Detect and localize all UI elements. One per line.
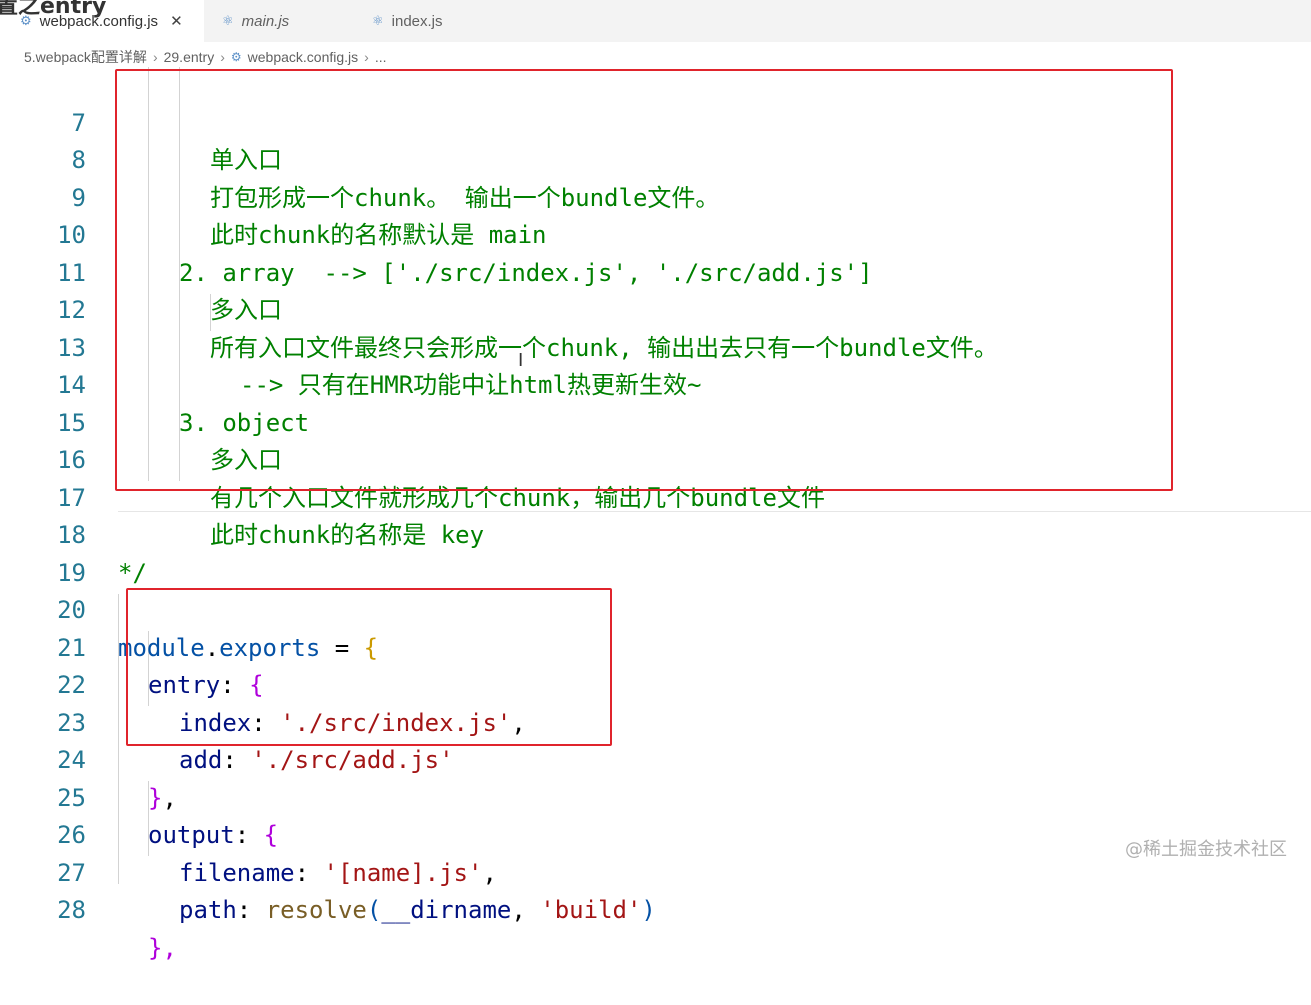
breadcrumb-item[interactable]: 29.entry (164, 49, 215, 65)
highlight-box-entry (126, 588, 612, 746)
code-line: 27 path: resolve(__dirname, 'build') (0, 817, 1311, 925)
token-paren: ) (641, 896, 656, 924)
token-colon: : (236, 896, 266, 924)
token-separator: , (511, 896, 541, 924)
breadcrumb-item[interactable]: webpack.config.js (248, 49, 359, 65)
token-property: path (179, 896, 237, 924)
tab-label: main.js (241, 12, 290, 30)
breadcrumb-item[interactable]: 5.webpack配置详解 (24, 47, 147, 67)
highlight-box-comment (115, 69, 1173, 491)
chevron-right-icon: › (364, 49, 369, 65)
chevron-right-icon: › (152, 49, 158, 65)
token-function: resolve (265, 896, 367, 924)
breadcrumb-item[interactable]: ... (375, 49, 387, 65)
tab-label: index.js (391, 12, 443, 30)
tab-main-js[interactable]: ⚛ main.js (210, 0, 360, 42)
text-cursor-icon: I (518, 350, 524, 371)
code-text: }, (148, 933, 177, 962)
code-line: 26 filename: '[name].js', (0, 780, 1311, 887)
line-number: 28 (57, 896, 86, 924)
react-icon: ⚛ (372, 13, 384, 28)
code-text: path: resolve(__dirname, 'build') (179, 892, 656, 930)
token-identifier: __dirname (381, 896, 512, 924)
code-line: 19 (0, 517, 1311, 587)
code-line: 28 }, (0, 855, 1311, 962)
code-editor[interactable]: 7 单入口 8 打包形成一个chunk。 输出一个bundle文件。 9 此时c… (0, 67, 1311, 962)
close-icon[interactable]: ✕ (170, 12, 183, 30)
watermark: @稀土掘金技术社区 (1125, 839, 1287, 860)
code-line: 20 module.exports = { (0, 555, 1311, 662)
editor-tab-bar: ⚙ webpack.config.js ✕ ⚛ main.js ⚛ index.… (0, 0, 1311, 42)
chevron-right-icon: › (220, 49, 225, 65)
token-string: 'build' (540, 896, 642, 924)
code-line: 25 output: { (0, 742, 1311, 850)
gear-icon: ⚙ (230, 50, 242, 64)
tab-index-js[interactable]: ⚛ index.js (360, 0, 510, 42)
video-overlay-title: 置之entry (0, 0, 107, 19)
react-icon: ⚛ (222, 13, 234, 28)
token-paren: ( (366, 896, 382, 924)
